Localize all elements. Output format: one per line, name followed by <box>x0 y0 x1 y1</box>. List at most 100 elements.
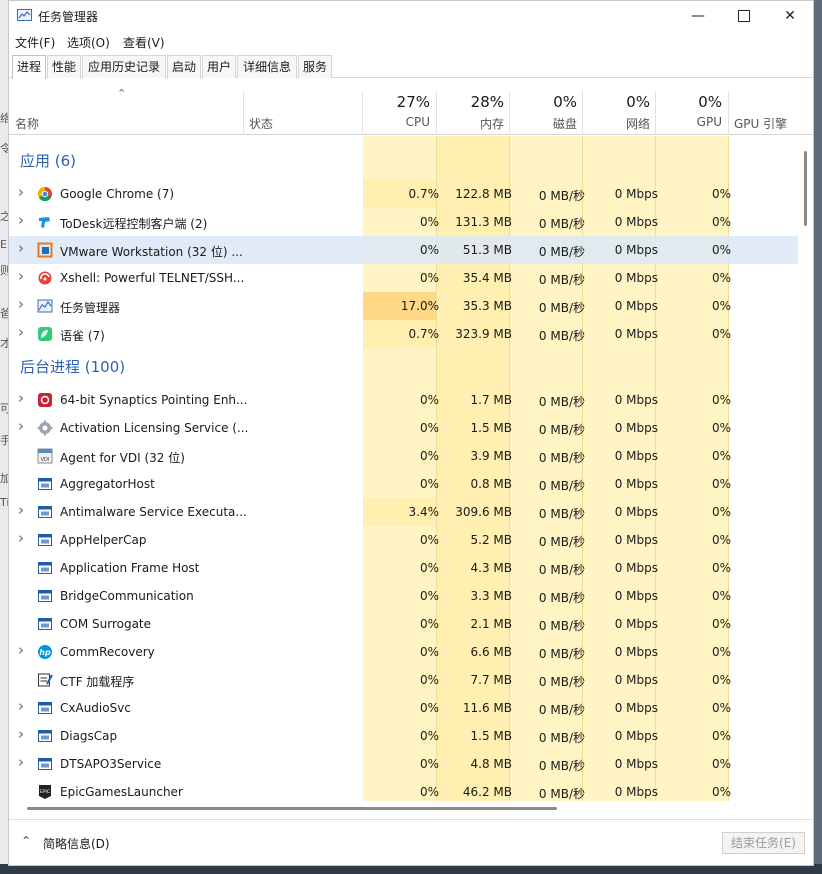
tab-performance[interactable]: 性能 <box>47 55 81 78</box>
vertical-scrollbar[interactable] <box>804 151 807 226</box>
process-mem: 5.2 MB <box>470 533 512 547</box>
process-name: COM Surrogate <box>60 617 152 631</box>
gpu-total: 0% <box>698 93 722 111</box>
chevron-right-icon[interactable]: › <box>18 501 24 519</box>
process-row[interactable]: › Activation Licensing Service (... 0% 1.5 … <box>9 414 798 442</box>
process-name: ToDesk远程控制客户端 (2) <box>60 217 208 231</box>
process-row[interactable]: VDI Agent for VDI (32 位) 0% 3.9 MB 0 MB/秒 0 M… <box>9 442 798 470</box>
maximize-icon <box>738 10 750 22</box>
tab-app-history[interactable]: 应用历史记录 <box>82 55 166 78</box>
process-net: 0 Mbps <box>614 393 658 407</box>
group-header[interactable]: 后台进程 (100) <box>9 350 798 378</box>
process-gpu: 0% <box>711 477 731 491</box>
chevron-right-icon[interactable]: › <box>18 239 24 257</box>
tab-processes[interactable]: 进程 <box>12 55 46 79</box>
chevron-right-icon[interactable]: › <box>18 267 24 285</box>
column-divider[interactable] <box>728 91 729 135</box>
tab-startup[interactable]: 启动 <box>167 55 201 78</box>
fewer-details-link[interactable]: 简略信息(D) <box>43 835 110 852</box>
process-gpu: 0% <box>711 421 731 435</box>
column-gpu-engine[interactable]: GPU 引擎 <box>734 115 787 132</box>
vdi-icon: VDI <box>37 448 53 464</box>
chevron-right-icon[interactable]: › <box>18 211 24 229</box>
memory-label: 内存 <box>479 117 504 131</box>
tab-bar: 进程 性能 应用历史记录 启动 用户 详细信息 服务 <box>9 53 813 79</box>
process-disk: 0 MB/秒 <box>538 619 585 633</box>
process-row[interactable]: › VMware Workstation (32 位) ... 0% 51.3 MB 0… <box>9 236 798 264</box>
process-disk: 0 MB/秒 <box>538 273 585 287</box>
process-disk: 0 MB/秒 <box>538 675 585 689</box>
process-row[interactable]: EPIC EpicGamesLauncher 0% 46.2 MB 0 MB/秒 0 Mb… <box>9 778 798 801</box>
process-mem: 122.8 MB <box>455 187 512 201</box>
chevron-right-icon[interactable]: › <box>18 641 24 659</box>
memory-total: 28% <box>470 93 504 111</box>
chevron-right-icon[interactable]: › <box>18 753 24 771</box>
process-disk: 0 MB/秒 <box>538 535 585 549</box>
process-row[interactable]: BridgeCommunication 0% 3.3 MB 0 MB/秒 0 Mbps 0… <box>9 582 798 610</box>
chevron-right-icon[interactable]: › <box>18 529 24 547</box>
process-row[interactable]: › hp CommRecovery 0% 6.6 MB 0 MB/秒 0 Mbps 0% <box>9 638 798 666</box>
process-row[interactable]: › 64-bit Synaptics Pointing Enh... 0% 1.7 M… <box>9 386 798 414</box>
process-name: VMware Workstation (32 位) ... <box>60 245 243 259</box>
process-row[interactable]: › DTSAPO3Service 0% 4.8 MB 0 MB/秒 0 Mbps 0% <box>9 750 798 778</box>
process-row[interactable]: › AppHelperCap 0% 5.2 MB 0 MB/秒 0 Mbps 0% <box>9 526 798 554</box>
process-row[interactable]: › 语雀 (7) 0.7% 323.9 MB 0 MB/秒 0 Mbps 0% <box>9 320 798 348</box>
process-row[interactable]: › Xshell: Powerful TELNET/SSH... 0% 35.4 MB… <box>9 264 798 292</box>
process-mem: 35.4 MB <box>462 271 512 285</box>
column-name[interactable]: 名称 <box>15 115 39 132</box>
close-button[interactable]: ✕ <box>767 1 813 31</box>
title-bar[interactable]: 任务管理器 — ✕ <box>9 1 813 31</box>
process-row[interactable]: Application Frame Host 0% 4.3 MB 0 MB/秒 0 Mb… <box>9 554 798 582</box>
chevron-right-icon[interactable]: › <box>18 295 24 313</box>
process-row[interactable]: › ToDesk远程控制客户端 (2) 0% 131.3 MB 0 MB/秒 0 Mbps… <box>9 208 798 236</box>
tab-details[interactable]: 详细信息 <box>237 55 297 78</box>
process-gpu: 0% <box>711 561 731 575</box>
tab-services[interactable]: 服务 <box>298 55 332 78</box>
column-status[interactable]: 状态 <box>249 115 273 132</box>
process-row[interactable]: › Antimalware Service Executa... 3.4% 309.6… <box>9 498 798 526</box>
process-row[interactable]: › CxAudioSvc 0% 11.6 MB 0 MB/秒 0 Mbps 0% <box>9 694 798 722</box>
horizontal-scrollbar[interactable] <box>27 807 557 810</box>
window-icon <box>37 532 53 548</box>
process-gpu: 0% <box>711 327 731 341</box>
column-divider[interactable] <box>243 91 244 135</box>
process-row[interactable]: › DiagsCap 0% 1.5 MB 0 MB/秒 0 Mbps 0% <box>9 722 798 750</box>
minimize-icon: — <box>691 8 705 24</box>
process-disk: 0 MB/秒 <box>538 591 585 605</box>
column-disk[interactable]: 0% 磁盘 <box>510 91 583 135</box>
column-memory[interactable]: 28% 内存 <box>437 91 510 135</box>
column-cpu[interactable]: 27% CPU <box>363 91 436 135</box>
xshell-icon <box>37 270 53 286</box>
task-manager-icon <box>17 9 32 21</box>
column-network[interactable]: 0% 网络 <box>583 91 656 135</box>
process-row[interactable]: CTF 加载程序 0% 7.7 MB 0 MB/秒 0 Mbps 0% <box>9 666 798 694</box>
chevron-right-icon[interactable]: › <box>18 417 24 435</box>
column-gpu[interactable]: 0% GPU <box>656 91 728 135</box>
window-icon <box>37 560 53 576</box>
menu-options[interactable]: 选项(O) <box>67 34 110 51</box>
process-row[interactable]: AggregatorHost 0% 0.8 MB 0 MB/秒 0 Mbps 0% <box>9 470 798 498</box>
process-cpu: 0% <box>419 729 439 743</box>
process-disk: 0 MB/秒 <box>538 329 585 343</box>
chevron-up-icon[interactable]: ⌃ <box>21 834 31 848</box>
process-net: 0 Mbps <box>614 589 658 603</box>
chevron-right-icon[interactable]: › <box>18 323 24 341</box>
chevron-right-icon[interactable]: › <box>18 389 24 407</box>
chevron-right-icon[interactable]: › <box>18 183 24 201</box>
disk-total: 0% <box>553 93 577 111</box>
chevron-right-icon[interactable]: › <box>18 725 24 743</box>
process-row[interactable]: › 任务管理器 17.0% 35.3 MB 0 MB/秒 0 Mbps 0% <box>9 292 798 320</box>
end-task-button[interactable]: 结束任务(E) <box>722 832 805 854</box>
disk-label: 磁盘 <box>552 117 577 131</box>
process-row[interactable]: COM Surrogate 0% 2.1 MB 0 MB/秒 0 Mbps 0% <box>9 610 798 638</box>
menu-view[interactable]: 查看(V) <box>123 34 165 51</box>
tab-users[interactable]: 用户 <box>202 55 236 78</box>
group-header[interactable]: 应用 (6) <box>9 144 798 172</box>
chevron-right-icon[interactable]: › <box>18 697 24 715</box>
minimize-button[interactable]: — <box>675 1 721 31</box>
process-net: 0 Mbps <box>614 645 658 659</box>
process-cpu: 3.4% <box>408 505 440 519</box>
maximize-button[interactable] <box>721 1 767 31</box>
process-row[interactable]: › Google Chrome (7) 0.7% 122.8 MB 0 MB/秒 0 Mb… <box>9 180 798 208</box>
menu-file[interactable]: 文件(F) <box>15 34 55 51</box>
